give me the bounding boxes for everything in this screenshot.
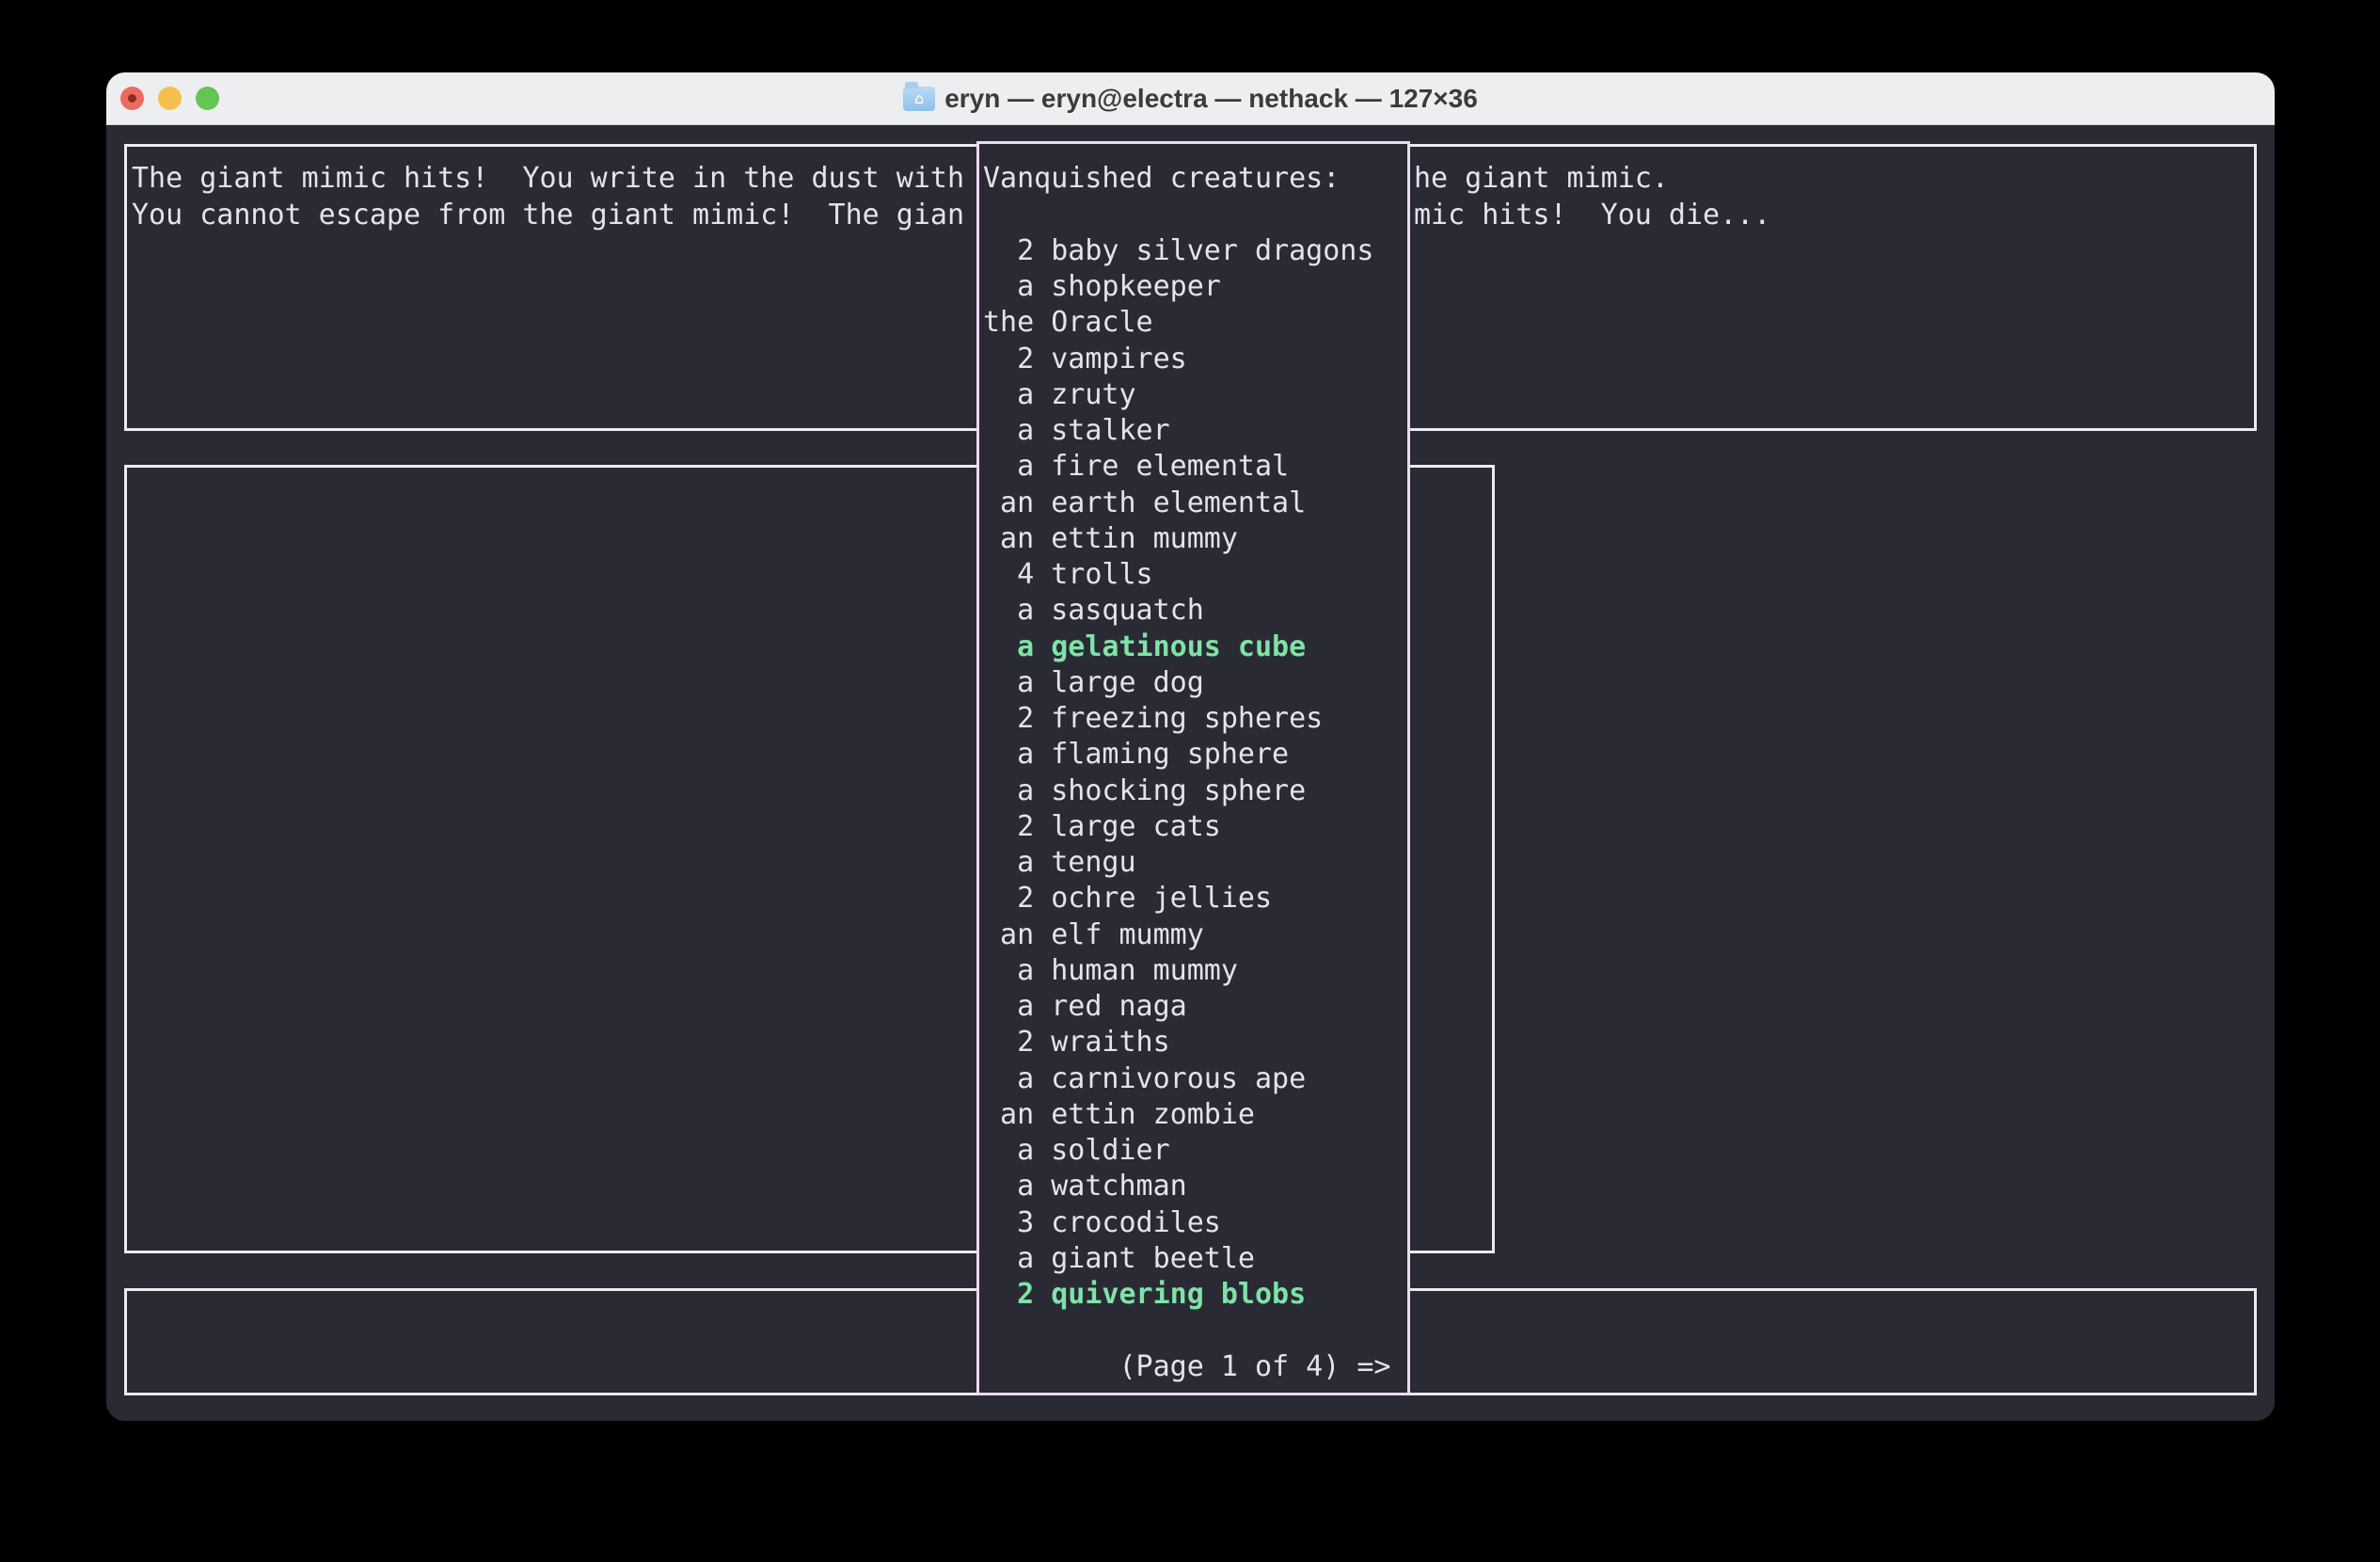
- terminal-window: ⌂ eryn — eryn@electra — nethack — 127×36…: [106, 72, 2275, 1421]
- menu-item: a stalker: [983, 413, 1170, 450]
- menu-item: a red naga: [983, 989, 1187, 1026]
- menu-item: 4 trolls: [983, 557, 1153, 594]
- menu-item: a human mummy: [983, 953, 1238, 990]
- menu-item: 2 quivering blobs: [983, 1277, 1306, 1314]
- menu-item: a fire elemental: [983, 449, 1289, 486]
- menu-item: 3 crocodiles: [983, 1205, 1221, 1242]
- menu-item: a giant beetle: [983, 1241, 1255, 1278]
- titlebar[interactable]: ⌂ eryn — eryn@electra — nethack — 127×36: [106, 72, 2275, 125]
- menu-item: 2 freezing spheres: [983, 701, 1323, 738]
- menu-item: 2 ochre jellies: [983, 881, 1272, 917]
- traffic-lights: [120, 72, 219, 124]
- message-line: he giant mimic.: [1414, 161, 1669, 198]
- menu-item: an elf mummy: [983, 917, 1204, 954]
- menu-item: the Oracle: [983, 305, 1153, 342]
- menu-item: a soldier: [983, 1133, 1170, 1170]
- folder-icon: ⌂: [903, 87, 935, 111]
- menu-item: a shopkeeper: [983, 269, 1221, 306]
- menu-item: a zruty: [983, 377, 1136, 414]
- menu-item: an ettin zombie: [983, 1097, 1255, 1134]
- terminal-screen[interactable]: The giant mimic hits! You write in the d…: [106, 125, 2275, 1421]
- menu-item: an ettin mummy: [983, 521, 1238, 558]
- menu-item: a sasquatch: [983, 593, 1204, 630]
- menu-item: a watchman: [983, 1169, 1187, 1205]
- menu-item: a flaming sphere: [983, 737, 1289, 773]
- menu-item: 2 wraiths: [983, 1025, 1170, 1061]
- close-button[interactable]: [120, 87, 144, 110]
- title-group: ⌂ eryn — eryn@electra — nethack — 127×36: [903, 84, 1478, 114]
- message-line: You cannot escape from the giant mimic! …: [132, 198, 964, 234]
- menu-item: a tengu: [983, 845, 1136, 882]
- zoom-button[interactable]: [196, 87, 219, 110]
- menu-title: Vanquished creatures:: [983, 161, 1340, 198]
- menu-item: 2 large cats: [983, 809, 1221, 846]
- minimize-button[interactable]: [158, 87, 182, 110]
- menu-item: a large dog: [983, 665, 1204, 702]
- menu-item: a gelatinous cube: [983, 630, 1306, 666]
- menu-page-indicator: (Page 1 of 4) =>: [983, 1349, 1390, 1386]
- home-glyph: ⌂: [914, 91, 924, 106]
- menu-item: 2 vampires: [983, 342, 1187, 378]
- menu-item: 2 baby silver dragons: [983, 233, 1373, 270]
- menu-item: an earth elemental: [983, 486, 1306, 522]
- menu-item: a carnivorous ape: [983, 1061, 1306, 1098]
- message-line: mic hits! You die...: [1414, 198, 1770, 234]
- message-line: The giant mimic hits! You write in the d…: [132, 161, 964, 198]
- menu-item: a shocking sphere: [983, 773, 1306, 810]
- window-title: eryn — eryn@electra — nethack — 127×36: [944, 84, 1478, 114]
